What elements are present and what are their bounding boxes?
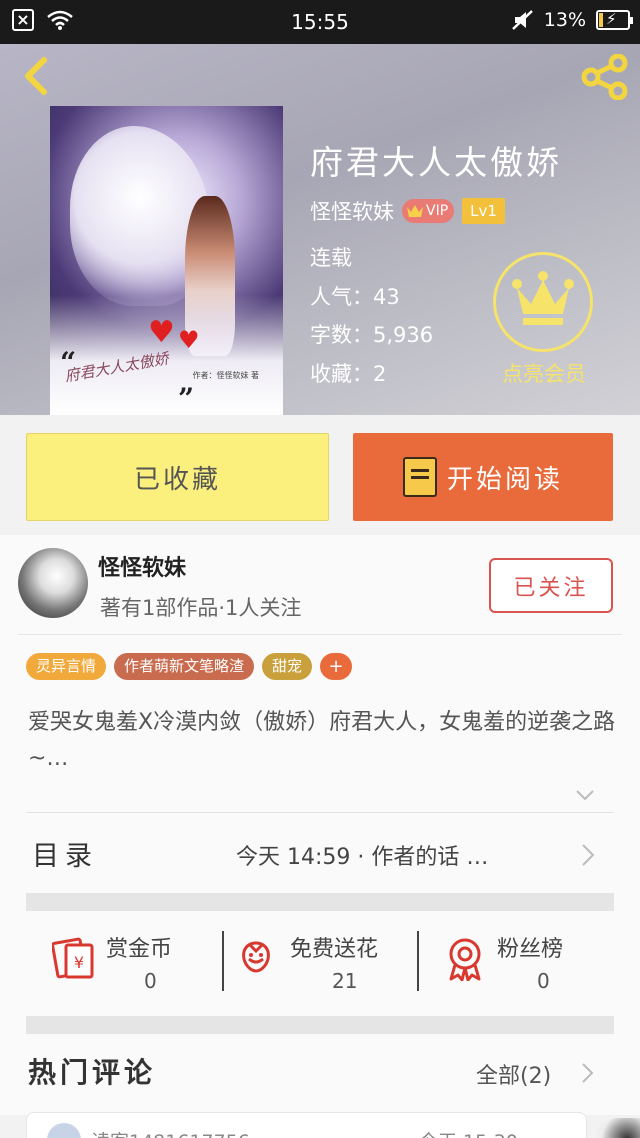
section-gap	[26, 893, 614, 911]
battery-icon: ⚡	[596, 10, 633, 30]
battery-percent: 13%	[543, 9, 586, 31]
divider	[26, 812, 614, 813]
followed-button[interactable]: 已关注	[489, 558, 613, 613]
stats-row: ¥ 赏金币 0 免费送花 21 粉丝榜 0	[26, 911, 614, 1016]
fan-ranking-label: 粉丝榜	[497, 937, 564, 962]
red-envelope-icon: ¥	[52, 937, 94, 979]
tag-item[interactable]: 甜宠	[262, 653, 313, 680]
favorite-count: 收藏：2	[310, 361, 387, 386]
book-cover-image[interactable]: ♥ ♥ “ 府君大人太傲娇 ” 作者：怪怪软妹 著	[50, 106, 283, 415]
floating-avatar[interactable]	[597, 1118, 640, 1138]
flower-icon	[242, 941, 270, 973]
start-reading-button[interactable]: 开始阅读	[353, 433, 613, 521]
word-count: 字数：5,936	[310, 323, 434, 347]
commenter-avatar[interactable]	[47, 1123, 81, 1138]
book-description[interactable]: 爱哭女鬼羞X冷漠内敛（傲娇）府君大人，女鬼羞的逆袭之路~…	[28, 705, 618, 777]
level-badge: Lv1	[462, 198, 505, 224]
member-label[interactable]: 点亮会员	[494, 358, 594, 388]
vip-badge: VIP	[402, 199, 455, 223]
svg-text:¥: ¥	[74, 953, 84, 972]
comment-time: 今天 15:30	[419, 1127, 518, 1138]
send-flower-label: 免费送花	[290, 937, 379, 962]
add-tag-button[interactable]: +	[320, 653, 353, 680]
commenter-name: 读客1481617756	[91, 1127, 250, 1138]
share-icon[interactable]	[580, 54, 630, 100]
chevron-right-icon[interactable]	[581, 1062, 595, 1084]
comment-card[interactable]: 读客1481617756 今天 15:30	[26, 1112, 587, 1138]
tip-coins-value: 0	[144, 969, 157, 993]
author-stats: 著有1部作品·1人关注	[100, 596, 302, 620]
book-icon	[402, 457, 437, 497]
chevron-right-icon[interactable]	[580, 842, 596, 868]
crown-icon	[512, 271, 574, 325]
favorited-button[interactable]: 已收藏	[26, 433, 329, 521]
tip-coins-button[interactable]: ¥ 赏金币 0	[26, 911, 222, 1016]
mute-icon	[511, 10, 533, 30]
tip-coins-label: 赏金币	[106, 937, 173, 962]
author-name[interactable]: 怪怪软妹	[98, 550, 186, 582]
all-comments-link[interactable]: 全部(2)	[476, 1058, 551, 1090]
popularity-count: 人气：43	[310, 284, 400, 309]
crown-icon	[407, 205, 423, 217]
fan-ranking-button[interactable]: 粉丝榜 0	[419, 911, 614, 1016]
send-flower-value: 21	[332, 969, 358, 993]
member-button[interactable]	[493, 252, 593, 352]
chevron-down-icon[interactable]	[574, 784, 596, 806]
back-arrow-icon[interactable]	[18, 54, 58, 98]
send-flower-button[interactable]: 免费送花 21	[224, 911, 417, 1016]
status-bar: × 15:55 13% ⚡	[0, 0, 640, 44]
tag-item[interactable]: 灵异言情	[26, 653, 107, 680]
book-author-name[interactable]: 怪怪软妹	[310, 196, 394, 226]
serial-status: 连载	[310, 246, 352, 270]
section-gap	[26, 1016, 614, 1034]
latest-chapter[interactable]: 今天 14:59 · 作者的话 …	[236, 839, 488, 871]
cover-author-text: 作者：怪怪软妹 著	[192, 371, 259, 380]
author-avatar[interactable]	[18, 548, 88, 618]
hot-comments-title: 热门评论	[28, 1056, 157, 1089]
ribbon-medal-icon	[449, 938, 481, 981]
book-title: 府君大人太傲娇	[310, 143, 562, 182]
divider	[18, 634, 622, 635]
heart-icon: ♥	[148, 315, 175, 350]
tag-item[interactable]: 作者萌新文笔略渣	[114, 653, 255, 680]
book-header: ♥ ♥ “ 府君大人太傲娇 ” 作者：怪怪软妹 著 府君大人太傲娇 怪怪软妹 V…	[0, 44, 640, 415]
tag-list: 灵异言情 作者萌新文笔略渣 甜宠 +	[26, 653, 353, 680]
fan-ranking-value: 0	[537, 969, 550, 993]
table-of-contents-label[interactable]: 目录	[32, 834, 98, 873]
